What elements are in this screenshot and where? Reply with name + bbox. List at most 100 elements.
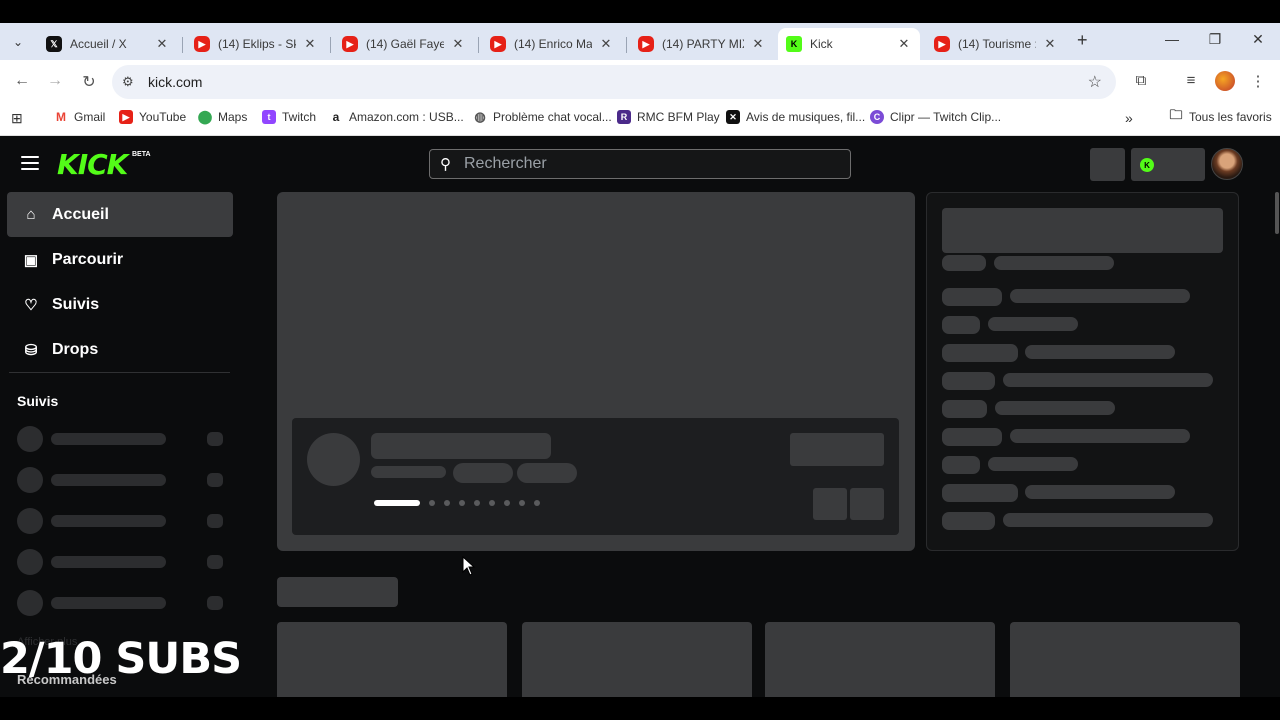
- skeleton-stream-card[interactable]: [765, 622, 995, 697]
- apps-grid-icon[interactable]: ⊞: [11, 110, 23, 127]
- bookmark-clipr[interactable]: C Clipr — Twitch Clip...: [870, 110, 1001, 124]
- kick-logo[interactable]: KICK: [57, 148, 128, 181]
- browser-profile-avatar[interactable]: [1215, 71, 1235, 91]
- sidebar-item-suivis[interactable]: ♡ Suivis: [7, 282, 233, 327]
- reload-icon[interactable]: ↻: [79, 72, 99, 92]
- skeleton-text: [371, 466, 446, 478]
- media-control-icon[interactable]: ≡: [1181, 72, 1201, 89]
- sidebar-item-label: Accueil: [52, 205, 109, 223]
- bookmark-label: Amazon.com : USB...: [349, 110, 464, 124]
- browser-tab[interactable]: 𝕏 Accueil / X ✕: [38, 28, 178, 60]
- site-info-icon[interactable]: ⚙: [122, 74, 134, 90]
- skeleton-row: [942, 428, 1222, 446]
- browse-icon: ▣: [23, 251, 39, 269]
- skeleton-channel-row: [17, 590, 227, 616]
- restore-icon[interactable]: ❐: [1205, 31, 1225, 48]
- browser-tab[interactable]: ▶ (14) PARTY MIX ✕: [630, 28, 774, 60]
- screen: ⌄ 𝕏 Accueil / X ✕ ▶ (14) Eklips - Sky ✕ …: [0, 0, 1280, 720]
- sidebar-item-drops[interactable]: ⛁ Drops: [7, 327, 233, 372]
- sidebar-item-label: Parcourir: [52, 250, 124, 268]
- youtube-icon: ▶: [934, 36, 950, 52]
- bookmark-label: Twitch: [282, 110, 317, 124]
- close-tab-icon[interactable]: ✕: [1042, 36, 1058, 52]
- bookmark-problem-chat[interactable]: ◍ Problème chat vocal...: [473, 109, 611, 124]
- search-box[interactable]: ⚲: [429, 149, 851, 179]
- stream-overlay-subs-counter: 2/10 SUBS: [0, 634, 242, 684]
- tab-title: (14) Enrico Maci: [514, 37, 592, 51]
- skeleton-prev-button[interactable]: [813, 488, 847, 520]
- page-scrollbar[interactable]: [1275, 192, 1279, 234]
- browser-tab[interactable]: ▶ (14) Gaël Faye (f ✕: [334, 28, 474, 60]
- tab-title: (14) Gaël Faye (f: [366, 37, 444, 51]
- all-bookmarks[interactable]: 🗀 Tous les favoris: [1169, 107, 1271, 124]
- home-icon: ⌂: [26, 206, 36, 223]
- skeleton-next-button[interactable]: [850, 488, 884, 520]
- tab-search-dropdown-icon[interactable]: ⌄: [6, 31, 30, 53]
- skeleton-tag: [453, 463, 513, 483]
- carousel-dot[interactable]: [429, 500, 435, 506]
- skeleton-channel-row: [17, 549, 227, 575]
- bookmark-star-icon[interactable]: ☆: [1088, 72, 1102, 92]
- bookmark-label: Gmail: [74, 110, 106, 124]
- carousel-dot[interactable]: [459, 500, 465, 506]
- skeleton-stream-card[interactable]: [1010, 622, 1240, 697]
- user-avatar[interactable]: [1211, 148, 1243, 180]
- bookmark-maps[interactable]: ⬤ Maps: [198, 109, 248, 124]
- address-bar[interactable]: ⚙ kick.com ☆: [112, 65, 1116, 99]
- browser-tab-active[interactable]: K Kick ✕: [778, 28, 920, 60]
- tab-title: Kick: [810, 37, 833, 51]
- window-close-icon[interactable]: ✕: [1248, 31, 1268, 48]
- browser-tab[interactable]: ▶ (14) Eklips - Sky ✕: [186, 28, 326, 60]
- search-input[interactable]: [464, 154, 844, 174]
- amazon-icon: a: [332, 110, 340, 124]
- browser-tab[interactable]: ▶ (14) Enrico Maci ✕: [482, 28, 622, 60]
- back-icon[interactable]: ←: [12, 72, 32, 90]
- skeleton-channel-row: [17, 508, 227, 534]
- minimize-icon[interactable]: —: [1162, 31, 1182, 47]
- more-bookmarks-icon[interactable]: »: [1125, 110, 1133, 126]
- skeleton-row: [942, 512, 1222, 530]
- close-tab-icon[interactable]: ✕: [302, 36, 318, 52]
- carousel-dot[interactable]: [534, 500, 540, 506]
- browser-tab[interactable]: ▶ (14) Tourisme : l ✕: [926, 28, 1066, 60]
- bookmark-youtube[interactable]: ▶ YouTube: [119, 110, 186, 124]
- youtube-icon: ▶: [194, 36, 210, 52]
- new-tab-icon[interactable]: +: [1077, 30, 1088, 51]
- bookmark-amazon[interactable]: a Amazon.com : USB...: [329, 110, 464, 124]
- skeleton-row: [942, 316, 1222, 334]
- close-tab-icon[interactable]: ✕: [598, 36, 614, 52]
- bookmarks-bar: ⊞ M Gmail ▶ YouTube ⬤ Maps t Twitch a Am…: [0, 103, 1280, 136]
- menu-dots-icon[interactable]: ⋮: [1248, 72, 1268, 90]
- search-icon: ⚲: [440, 156, 451, 173]
- skeleton-button[interactable]: [1090, 148, 1125, 181]
- carousel-dot[interactable]: [519, 500, 525, 506]
- featured-stream-skeleton[interactable]: [277, 192, 915, 551]
- carousel-pagination: [374, 500, 549, 506]
- hamburger-menu-icon[interactable]: [21, 156, 39, 170]
- skeleton-stream-card[interactable]: [522, 622, 752, 697]
- rmc-icon: R: [617, 110, 631, 124]
- carousel-dot[interactable]: [444, 500, 450, 506]
- close-tab-icon[interactable]: ✕: [896, 36, 912, 52]
- close-tab-icon[interactable]: ✕: [750, 36, 766, 52]
- bookmark-rmc[interactable]: R RMC BFM Play: [617, 110, 720, 124]
- close-tab-icon[interactable]: ✕: [154, 36, 170, 52]
- forward-icon[interactable]: →: [45, 72, 65, 90]
- carousel-dot[interactable]: [504, 500, 510, 506]
- x-box-icon: ✕: [726, 110, 740, 124]
- sidebar-item-accueil[interactable]: ⌂ Accueil: [7, 192, 233, 237]
- skeleton-watch-button[interactable]: [790, 433, 884, 466]
- close-tab-icon[interactable]: ✕: [450, 36, 466, 52]
- tab-title: (14) PARTY MIX: [662, 37, 744, 51]
- carousel-dot[interactable]: [489, 500, 495, 506]
- tab-title: (14) Eklips - Sky: [218, 37, 296, 51]
- extensions-icon[interactable]: ⧉: [1131, 72, 1151, 89]
- carousel-dot[interactable]: [474, 500, 480, 506]
- sidebar-item-parcourir[interactable]: ▣ Parcourir: [7, 237, 233, 282]
- skeleton-stream-card[interactable]: [277, 622, 507, 697]
- bookmark-gmail[interactable]: M Gmail: [54, 110, 105, 124]
- skeleton-row: [942, 344, 1222, 362]
- carousel-dot-active[interactable]: [374, 500, 420, 506]
- bookmark-avis[interactable]: ✕ Avis de musiques, fil...: [726, 110, 865, 124]
- bookmark-twitch[interactable]: t Twitch: [262, 110, 316, 124]
